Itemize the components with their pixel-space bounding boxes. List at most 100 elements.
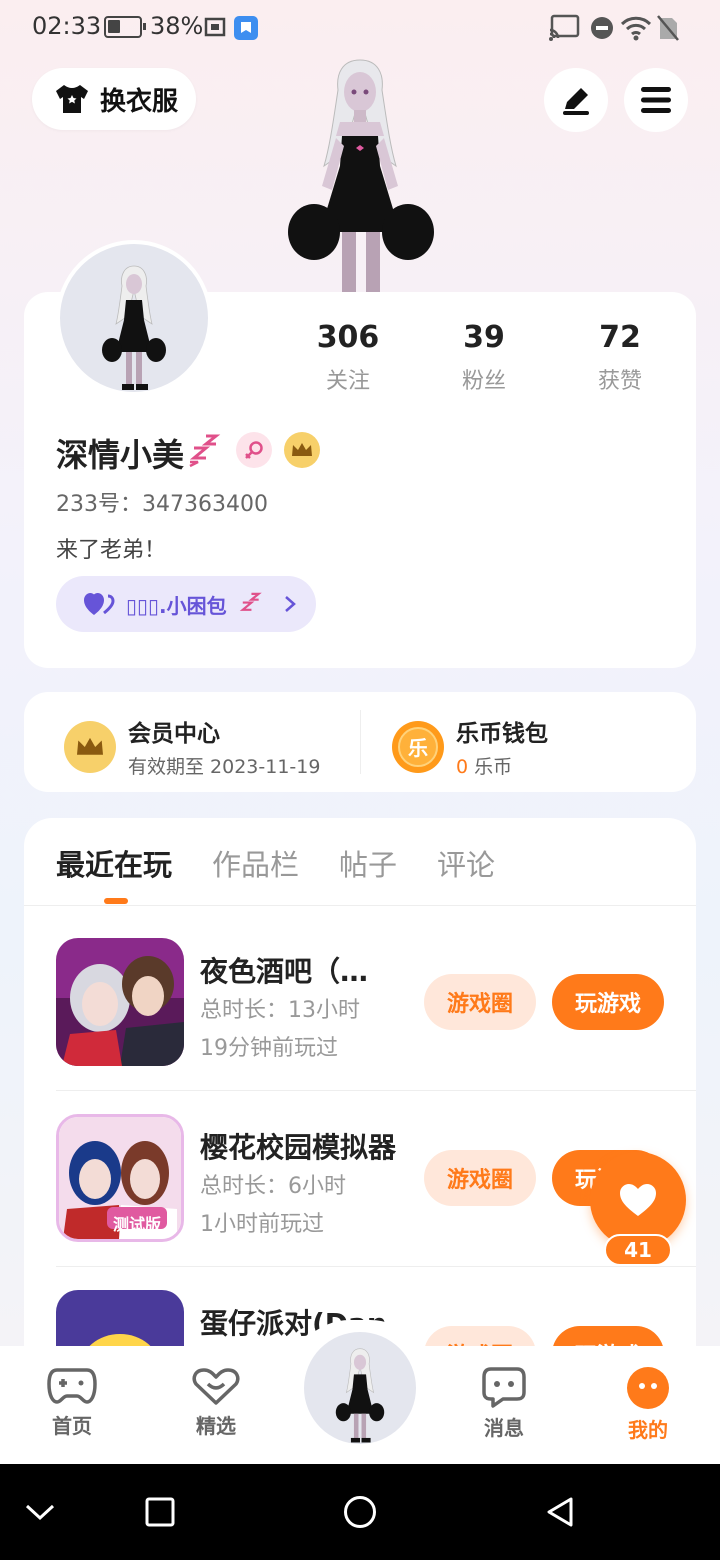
username: 深情小美 bbox=[56, 436, 185, 474]
stat-fans[interactable]: 39 粉丝 bbox=[424, 320, 544, 395]
like-count: 41 bbox=[604, 1234, 672, 1266]
tab-works[interactable]: 作品栏 bbox=[212, 842, 299, 884]
game-thumbnail[interactable]: 测试版 bbox=[56, 1114, 184, 1242]
game-duration: 总时长：6小时 bbox=[200, 1174, 346, 1199]
edit-profile-button[interactable] bbox=[544, 68, 608, 132]
tab-indicator bbox=[104, 898, 128, 904]
coin-icon: 乐 bbox=[392, 720, 444, 773]
game-last-played: 19分钟前玩过 bbox=[200, 1036, 338, 1061]
battery-percent: 38% bbox=[150, 12, 204, 40]
collapse-button[interactable] bbox=[16, 1488, 64, 1536]
pen-icon bbox=[563, 88, 589, 115]
gamepad-icon bbox=[47, 1368, 97, 1404]
user-id: 233号：347363400 bbox=[56, 492, 268, 517]
stat-following[interactable]: 306 关注 bbox=[288, 320, 408, 395]
shirt-icon bbox=[56, 85, 88, 113]
cast-icon bbox=[549, 14, 580, 41]
nav-home[interactable]: 首页 bbox=[24, 1366, 120, 1439]
wallet-title: 乐币钱包 bbox=[456, 721, 548, 747]
crown-icon bbox=[292, 443, 312, 456]
sleepy-zz-small-icon bbox=[239, 592, 262, 611]
cp-tag-button[interactable]: ▯▯▯.小困包 bbox=[56, 576, 316, 632]
dnd-icon bbox=[591, 17, 613, 39]
crown-coin-icon bbox=[64, 720, 116, 773]
back-button[interactable] bbox=[536, 1488, 584, 1536]
chevron-right-icon bbox=[284, 596, 296, 612]
tabs-divider bbox=[24, 905, 696, 906]
vip-crown-badge bbox=[284, 432, 320, 468]
battery-icon bbox=[104, 16, 146, 38]
row-divider bbox=[56, 1090, 696, 1091]
profile-icon bbox=[627, 1367, 669, 1409]
row-divider bbox=[56, 1266, 696, 1267]
tab-bar: 最近在玩 作品栏 帖子 评论 bbox=[56, 842, 495, 884]
screenshot-icon bbox=[204, 17, 226, 37]
menu-button[interactable] bbox=[624, 68, 688, 132]
likes-count: 72 bbox=[599, 320, 641, 355]
play-game-button[interactable]: 玩游戏 bbox=[552, 974, 664, 1030]
avatar-figure bbox=[102, 265, 166, 390]
sleepy-zz-icon bbox=[189, 434, 221, 468]
member-center-button[interactable]: 会员中心 有效期至 2023-11-19 bbox=[64, 714, 320, 779]
nav-home-label: 首页 bbox=[52, 1414, 92, 1438]
game-circle-button[interactable]: 游戏圈 bbox=[424, 974, 536, 1030]
test-version-label: 测试版 bbox=[113, 1215, 162, 1234]
nav-messages-label: 消息 bbox=[484, 1416, 524, 1440]
avatar[interactable] bbox=[56, 240, 212, 396]
center-avatar-button[interactable] bbox=[304, 1332, 416, 1444]
nav-featured-label: 精选 bbox=[196, 1414, 236, 1438]
female-icon bbox=[245, 441, 263, 459]
game-thumbnail[interactable] bbox=[56, 938, 184, 1066]
system-nav-bar bbox=[0, 1464, 720, 1560]
stat-likes[interactable]: 72 获赞 bbox=[560, 320, 680, 395]
circle-icon bbox=[344, 1496, 376, 1528]
no-sim-icon bbox=[657, 15, 679, 41]
following-count: 306 bbox=[316, 320, 380, 355]
double-heart-icon bbox=[84, 593, 115, 615]
wallet-amount: 0 bbox=[456, 756, 469, 778]
wallet-unit: 乐币 bbox=[474, 756, 513, 778]
divider bbox=[360, 710, 361, 774]
fans-count: 39 bbox=[463, 320, 505, 355]
tab-recently-played[interactable]: 最近在玩 bbox=[56, 842, 172, 884]
game-row[interactable]: 夜色酒吧（测试服） 总时长：13小时 19分钟前玩过 游戏圈 玩游戏 bbox=[56, 938, 696, 1114]
wifi-icon bbox=[620, 16, 652, 41]
change-outfit-button[interactable]: 换衣服 bbox=[32, 68, 196, 130]
game-last-played: 1小时前玩过 bbox=[200, 1212, 324, 1237]
membership-wallet-card: 会员中心 有效期至 2023-11-19 乐 乐币钱包 0 乐币 bbox=[24, 692, 696, 792]
avatar-figure bbox=[335, 1348, 385, 1443]
wallet-balance: 0 乐币 bbox=[456, 752, 548, 779]
nav-me[interactable]: 我的 bbox=[600, 1366, 696, 1443]
heart-icon bbox=[620, 1184, 656, 1216]
tab-comments[interactable]: 评论 bbox=[437, 842, 495, 884]
menu-icon bbox=[641, 87, 671, 113]
user-bio: 来了老弟！ bbox=[56, 538, 167, 563]
game-art-night-bar bbox=[56, 938, 184, 1066]
square-icon bbox=[145, 1497, 175, 1527]
member-expiry: 有效期至 2023-11-19 bbox=[128, 756, 321, 778]
game-name: 夜色酒吧（测试服） bbox=[200, 955, 396, 988]
coin-glyph: 乐 bbox=[398, 726, 438, 767]
wallet-button[interactable]: 乐 乐币钱包 0 乐币 bbox=[392, 714, 548, 779]
likes-label: 获赞 bbox=[597, 369, 642, 394]
member-center-title: 会员中心 bbox=[128, 721, 220, 747]
cp-tag-label: ▯▯▯.小困包 bbox=[126, 593, 227, 618]
nav-messages[interactable]: 消息 bbox=[456, 1366, 552, 1441]
status-bar: 02:33 38% bbox=[0, 0, 720, 56]
fans-label: 粉丝 bbox=[461, 369, 506, 394]
home-button[interactable] bbox=[336, 1488, 384, 1536]
heart-chat-icon bbox=[192, 1368, 240, 1405]
game-name: 樱花校园模拟器 bbox=[200, 1131, 396, 1164]
nav-me-label: 我的 bbox=[628, 1418, 668, 1442]
status-time: 02:33 bbox=[32, 12, 102, 40]
female-badge bbox=[236, 432, 272, 468]
recents-button[interactable] bbox=[136, 1488, 184, 1536]
app-notification-icon bbox=[234, 16, 258, 40]
crown-icon bbox=[77, 737, 103, 755]
game-circle-button[interactable]: 游戏圈 bbox=[424, 1150, 536, 1206]
avatar-character-figure[interactable] bbox=[284, 56, 436, 292]
triangle-back-icon bbox=[547, 1497, 573, 1527]
tab-posts[interactable]: 帖子 bbox=[339, 842, 397, 884]
nav-featured[interactable]: 精选 bbox=[168, 1366, 264, 1439]
game-duration: 总时长：13小时 bbox=[200, 998, 360, 1023]
